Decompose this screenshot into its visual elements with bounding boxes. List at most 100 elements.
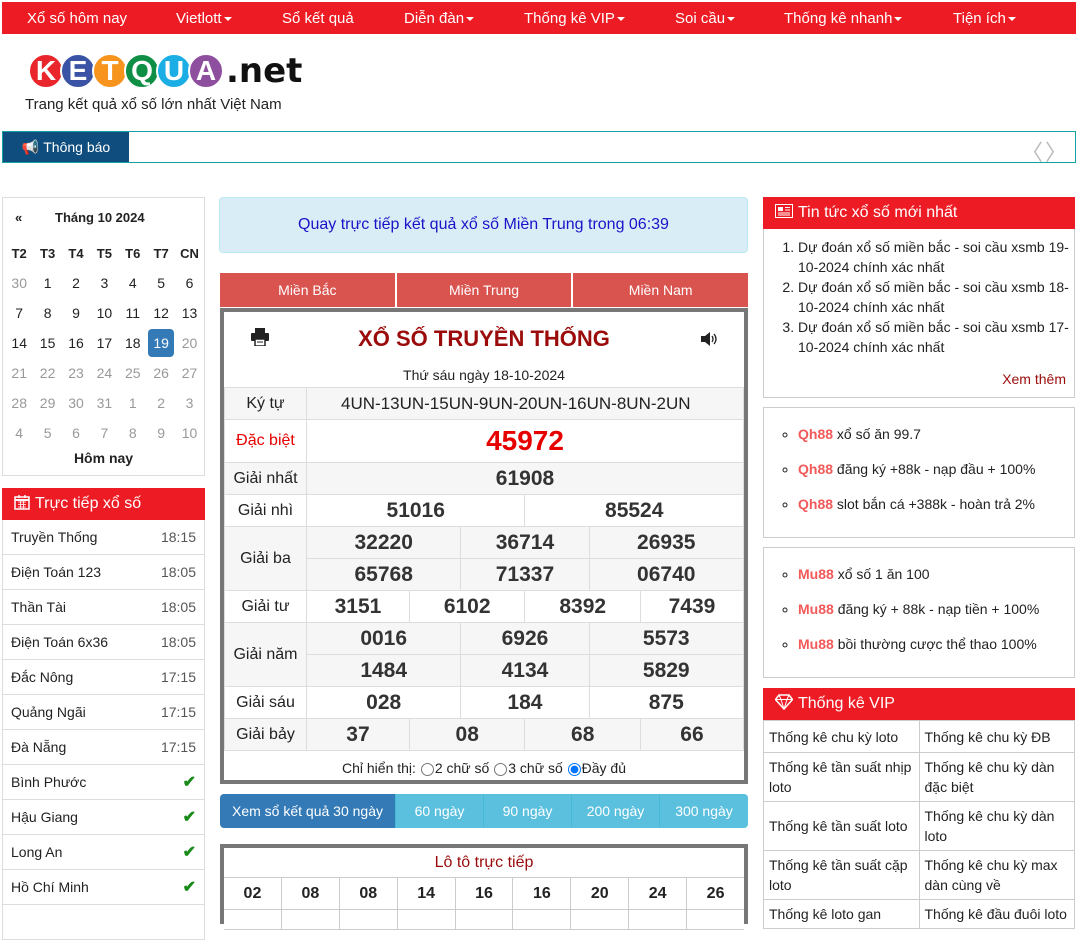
promo-item[interactable]: Qh88 đăng ký +88k - nạp đầu + 100% [798,461,1074,496]
vip-stat-link[interactable]: Thống kê chu kỳ dàn đặc biệt [918,752,1075,802]
nav-dien-dan[interactable]: Diễn đàn [404,10,475,27]
vip-stat-link[interactable]: Thống kê chu kỳ ĐB [918,720,1075,753]
calendar-day[interactable]: 5 [147,268,175,298]
calendar-day[interactable]: 28 [5,388,33,418]
calendar-day[interactable]: 6 [175,268,203,298]
promo-item[interactable]: Mu88 xổ số 1 ăn 100 [798,566,1074,601]
tab-mien-trung[interactable]: Miền Trung [396,273,572,307]
calendar-day[interactable]: 24 [90,358,118,388]
calendar-day[interactable]: 4 [5,418,33,448]
calendar-day[interactable]: 8 [119,418,147,448]
promo-brand[interactable]: Qh88 [798,496,833,512]
promo-brand[interactable]: Qh88 [798,461,833,477]
calendar-day[interactable]: 22 [33,358,61,388]
chevron-left-icon[interactable]: 〈 [1021,140,1045,165]
promo-item[interactable]: Mu88 bồi thường cược thể thao 100% [798,636,1074,671]
nav-xo-so-hom-nay[interactable]: Xổ số hôm nay [27,10,127,27]
live-list-item[interactable]: Quảng Ngãi 17:15 [2,695,205,730]
calendar-day[interactable]: 7 [90,418,118,448]
vip-stat-link[interactable]: Thống kê đầu đuôi loto [918,899,1075,929]
calendar-day[interactable]: 9 [62,298,90,328]
vip-stat-link[interactable]: Thống kê chu kỳ dàn loto [918,801,1075,851]
calendar-day[interactable]: 8 [33,298,61,328]
promo-brand[interactable]: Qh88 [798,426,833,442]
news-item-link[interactable]: Dự đoán xổ số miền bắc - soi cầu xsmb 19… [798,237,1074,277]
calendar-day[interactable]: 21 [5,358,33,388]
calendar-day[interactable]: 15 [33,328,61,358]
calendar-day[interactable]: 7 [5,298,33,328]
live-list-item[interactable]: Long An ✔ [2,835,205,870]
vip-stat-link[interactable]: Thống kê tần suất loto [763,801,920,851]
live-list-item[interactable]: Truyền Thống 18:15 [2,520,205,555]
calendar-day[interactable]: 29 [33,388,61,418]
calendar-day[interactable]: 30 [62,388,90,418]
live-list-item[interactable]: Điện Toán 6x36 18:05 [2,625,205,660]
calendar-day[interactable]: 23 [62,358,90,388]
nav-tien-ich[interactable]: Tiện ích [953,10,1016,27]
news-item-link[interactable]: Dự đoán xổ số miền bắc - soi cầu xsmb 18… [798,277,1074,317]
live-list-item[interactable]: Bình Phước ✔ [2,765,205,800]
radio-3-digits[interactable] [494,762,508,776]
vip-stat-link[interactable]: Thống kê tần suất nhịp loto [763,752,920,802]
tab-mien-bac[interactable]: Miền Bắc [220,273,395,307]
calendar-day[interactable]: 31 [90,388,118,418]
live-list-item[interactable]: Đà Nẵng 17:15 [2,730,205,765]
calendar-day[interactable]: 1 [33,268,61,298]
calendar-day[interactable]: 10 [175,418,203,448]
calendar-day[interactable]: 2 [147,388,175,418]
calendar-day[interactable]: 18 [119,328,147,358]
tab-mien-nam[interactable]: Miền Nam [573,273,749,307]
days-60-button[interactable]: 60 ngày [396,794,484,828]
days-30-button[interactable]: Xem sổ kết quả 30 ngày [220,794,396,828]
calendar-day[interactable]: 17 [90,328,118,358]
promo-item[interactable]: Mu88 đăng ký + 88k - nạp tiền + 100% [798,601,1074,636]
calendar-day[interactable]: 13 [175,298,203,328]
calendar-day[interactable]: 16 [62,328,90,358]
calendar-day[interactable]: 11 [119,298,147,328]
calendar-day[interactable]: 2 [62,268,90,298]
site-logo[interactable]: K E T Q U A .net [28,50,302,92]
calendar-day[interactable]: 6 [62,418,90,448]
calendar-day[interactable]: 30 [5,268,33,298]
calendar-day[interactable]: 27 [175,358,203,388]
calendar-day[interactable]: 9 [147,418,175,448]
live-list-item[interactable]: Điện Toán 123 18:05 [2,555,205,590]
days-90-button[interactable]: 90 ngày [484,794,572,828]
calendar-day[interactable]: 14 [5,328,33,358]
calendar-day[interactable]: 25 [119,358,147,388]
promo-brand[interactable]: Mu88 [798,566,834,582]
vip-stat-link[interactable]: Thống kê chu kỳ max dàn cùng về [918,850,1075,900]
radio-2-digits[interactable] [420,762,434,776]
nav-soi-cau[interactable]: Soi cầu [675,10,736,27]
speaker-icon[interactable] [700,332,718,349]
calendar-day[interactable]: 5 [33,418,61,448]
nav-thong-ke-nhanh[interactable]: Thống kê nhanh [784,10,903,27]
promo-item[interactable]: Qh88 xổ số ăn 99.7 [798,426,1074,461]
chevron-right-icon[interactable]: 〉 [1045,140,1069,165]
vip-stat-link[interactable]: Thống kê loto gan [763,899,920,929]
calendar-day[interactable]: 12 [147,298,175,328]
promo-brand[interactable]: Mu88 [798,636,834,652]
calendar-prev-button[interactable]: « [15,210,22,225]
calendar-day[interactable]: 20 [175,328,203,358]
live-list-item[interactable]: Thần Tài 18:05 [2,590,205,625]
days-200-button[interactable]: 200 ngày [572,794,660,828]
promo-item[interactable]: Qh88 slot bắn cá +388k - hoàn trả 2% [798,496,1074,531]
nav-thong-ke-vip[interactable]: Thống kê VIP [524,10,625,27]
vip-stat-link[interactable]: Thống kê chu kỳ loto [763,720,920,753]
promo-brand[interactable]: Mu88 [798,601,834,617]
nav-so-ket-qua[interactable]: Sổ kết quả [282,10,354,27]
live-list-item[interactable]: Hậu Giang ✔ [2,800,205,835]
live-list-item[interactable]: Hồ Chí Minh ✔ [2,870,205,905]
calendar-today-button[interactable]: Hôm nay [3,450,204,466]
radio-full[interactable] [567,762,581,776]
calendar-day[interactable]: 1 [119,388,147,418]
calendar-day[interactable]: 10 [90,298,118,328]
news-more-link[interactable]: Xem thêm [1002,371,1066,387]
live-list-item[interactable]: Đắc Nông 17:15 [2,660,205,695]
days-300-button[interactable]: 300 ngày [660,794,748,828]
calendar-day[interactable]: 3 [90,268,118,298]
nav-vietlott[interactable]: Vietlott [176,10,232,27]
calendar-day-selected[interactable]: 19 [147,329,175,357]
calendar-day[interactable]: 4 [119,268,147,298]
